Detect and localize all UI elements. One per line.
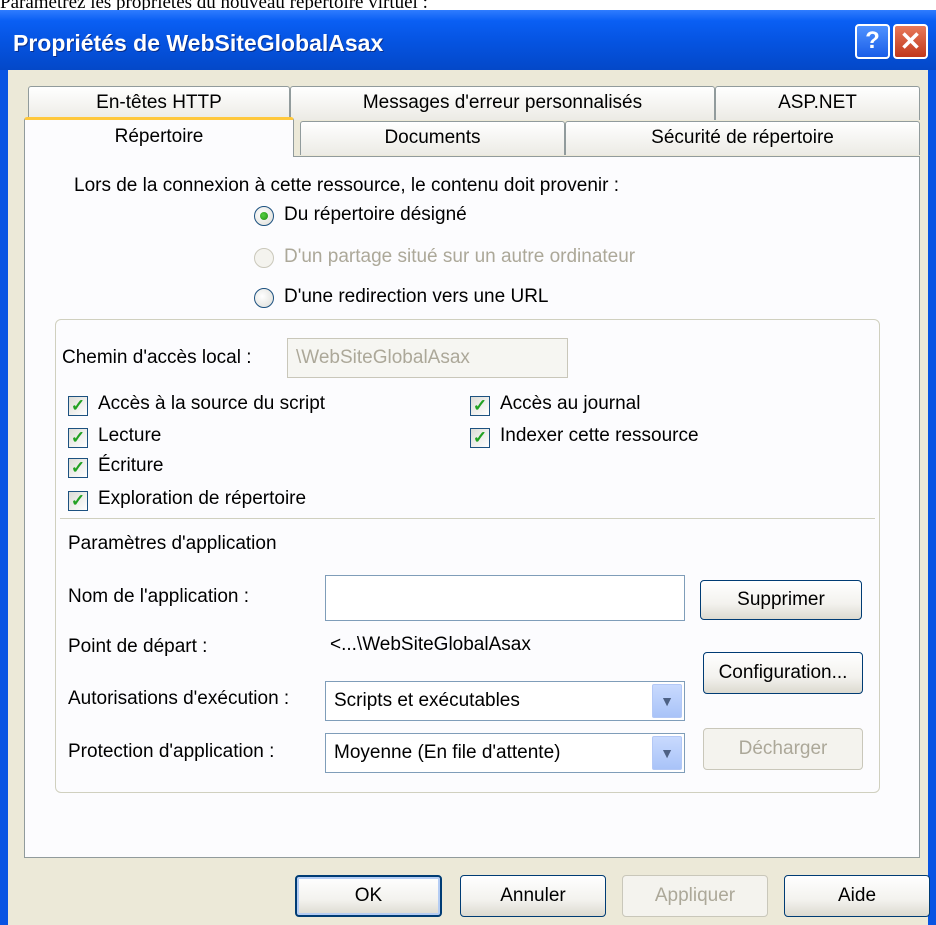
radio-url-redirect[interactable] [254,288,274,308]
start-point-label: Point de départ : [68,636,208,657]
radio-network-share-label: D'un partage situé sur un autre ordinate… [284,246,636,267]
tab-directory-security[interactable]: Sécurité de répertoire [565,121,920,155]
checkbox-script-source[interactable]: ✓ [68,396,88,416]
cancel-button[interactable]: Annuler [460,875,606,917]
exec-perms-select[interactable]: Scripts et exécutables ▼ [325,681,685,721]
exec-perms-value: Scripts et exécutables [334,690,520,711]
remove-button[interactable]: Supprimer [700,580,862,620]
local-path-value: \WebSiteGlobalAsax [296,347,470,368]
app-name-input[interactable] [325,575,685,621]
checkbox-read[interactable]: ✓ [68,428,88,448]
help-title-button[interactable]: ? [855,24,890,59]
protection-value: Moyenne (En file d'attente) [334,742,561,763]
group-separator [60,518,875,519]
radio-network-share [254,248,274,268]
configuration-button[interactable]: Configuration... [703,652,863,694]
checkbox-directory-browsing[interactable]: ✓ [68,491,88,511]
checkbox-read-label: Lecture [98,425,162,446]
radio-designated-directory-label: Du répertoire désigné [284,204,467,225]
app-name-label: Nom de l'application : [68,586,250,607]
radio-url-redirect-label: D'une redirection vers une URL [284,286,549,307]
chevron-down-icon[interactable]: ▼ [652,684,682,718]
help-button[interactable]: Aide [784,875,930,917]
tab-http-headers[interactable]: En-têtes HTTP [28,86,290,120]
apply-button: Appliquer [622,875,768,917]
start-point-value: <...\WebSiteGlobalAsax [330,634,531,655]
tab-documents[interactable]: Documents [300,121,565,155]
protection-label: Protection d'application : [68,741,275,762]
chevron-down-icon[interactable]: ▼ [652,736,682,770]
window-title: Propriétés de WebSiteGlobalAsax [13,30,384,56]
content-source-prompt: Lors de la connexion à cette ressource, … [74,175,619,196]
ok-button[interactable]: OK [295,875,442,917]
question-mark-icon: ? [865,27,880,54]
local-path-field: \WebSiteGlobalAsax [287,338,568,378]
close-title-button[interactable]: ✕ [893,24,928,59]
checkbox-log-visits-label: Accès au journal [500,393,641,414]
unload-button: Décharger [703,728,863,770]
checkbox-index-resource-label: Indexer cette ressource [500,425,699,446]
checkbox-script-source-label: Accès à la source du script [98,393,326,414]
checkbox-log-visits[interactable]: ✓ [470,396,490,416]
checkbox-directory-browsing-label: Exploration de répertoire [98,488,307,509]
checkbox-index-resource[interactable]: ✓ [470,428,490,448]
directory-settings-group [55,319,880,793]
tab-custom-errors[interactable]: Messages d'erreur personnalisés [290,86,715,120]
app-settings-heading: Paramètres d'application [68,533,277,554]
local-path-label: Chemin d'accès local : [62,347,252,368]
radio-designated-directory[interactable] [254,206,274,226]
protection-select[interactable]: Moyenne (En file d'attente) ▼ [325,733,685,773]
close-icon: ✕ [899,26,922,56]
tab-repertoire[interactable]: Répertoire [24,117,294,157]
exec-perms-label: Autorisations d'exécution : [68,688,290,709]
tab-aspnet[interactable]: ASP.NET [715,86,920,120]
checkbox-write-label: Écriture [98,455,164,476]
checkbox-write[interactable]: ✓ [68,458,88,478]
